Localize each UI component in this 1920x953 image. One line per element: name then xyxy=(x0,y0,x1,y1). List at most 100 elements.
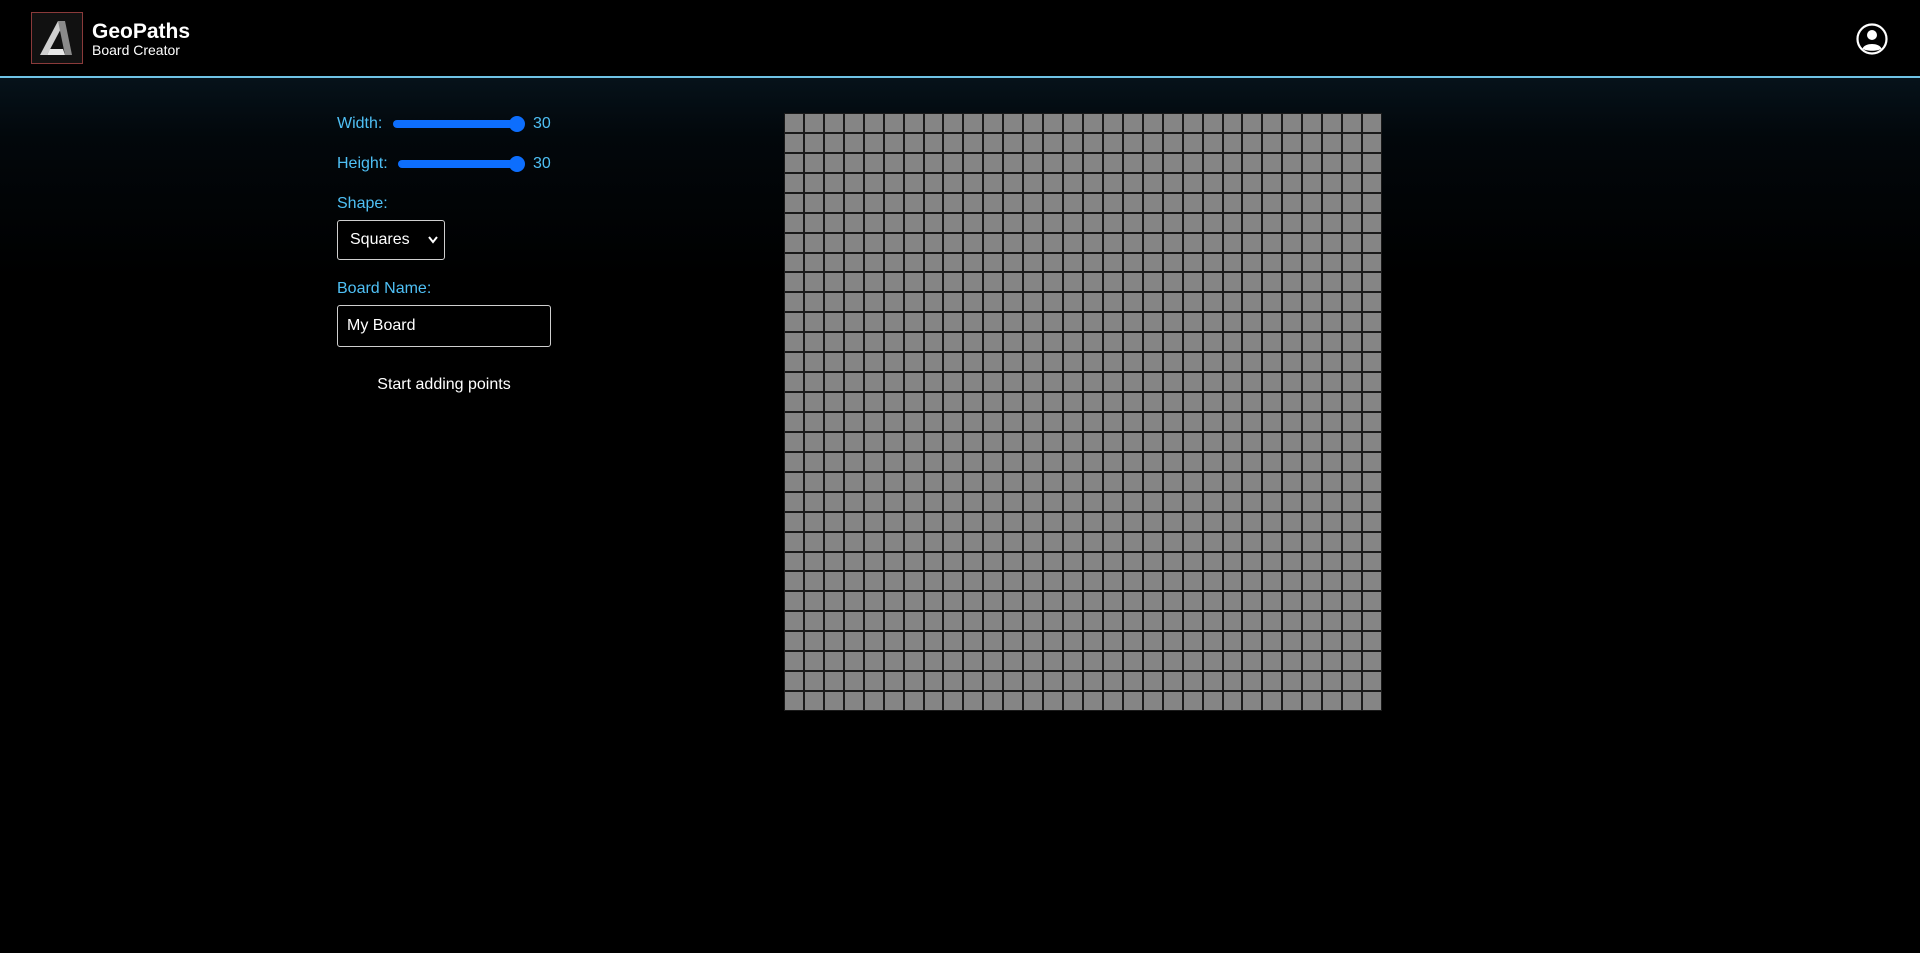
board-cell[interactable] xyxy=(1263,452,1282,471)
board-cell[interactable] xyxy=(1223,672,1242,691)
board-cell[interactable] xyxy=(824,273,843,292)
board-cell[interactable] xyxy=(1084,373,1102,392)
board-cell[interactable] xyxy=(1024,612,1043,631)
board-cell[interactable] xyxy=(1103,632,1122,651)
board-cell[interactable] xyxy=(1303,452,1322,471)
board-cell[interactable] xyxy=(1123,532,1142,551)
board-cell[interactable] xyxy=(1004,592,1023,611)
board-cell[interactable] xyxy=(984,432,1003,451)
board-cell[interactable] xyxy=(1103,652,1122,671)
board-cell[interactable] xyxy=(864,692,883,710)
board-cell[interactable] xyxy=(1223,532,1242,551)
board-cell[interactable] xyxy=(1243,472,1262,491)
board-cell[interactable] xyxy=(1243,612,1262,631)
board-cell[interactable] xyxy=(1004,512,1023,531)
board-cell[interactable] xyxy=(804,472,823,491)
board-cell[interactable] xyxy=(1123,592,1142,611)
board-cell[interactable] xyxy=(804,512,823,531)
board-cell[interactable] xyxy=(1044,672,1063,691)
board-cell[interactable] xyxy=(1343,492,1362,511)
board-cell[interactable] xyxy=(924,632,943,651)
board-cell[interactable] xyxy=(1024,114,1043,132)
board-cell[interactable] xyxy=(1183,133,1202,152)
board-cell[interactable] xyxy=(844,472,863,491)
board-cell[interactable] xyxy=(844,612,863,631)
board-cell[interactable] xyxy=(824,572,843,591)
board-cell[interactable] xyxy=(1084,452,1102,471)
board-cell[interactable] xyxy=(1243,114,1262,132)
board-cell[interactable] xyxy=(1303,213,1322,232)
board-cell[interactable] xyxy=(944,353,963,372)
board-cell[interactable] xyxy=(785,373,803,392)
board-cell[interactable] xyxy=(1103,612,1122,631)
board-cell[interactable] xyxy=(824,393,843,411)
board-cell[interactable] xyxy=(964,193,983,212)
board-cell[interactable] xyxy=(884,193,903,212)
board-cell[interactable] xyxy=(1303,253,1322,272)
board-cell[interactable] xyxy=(884,632,903,651)
board-cell[interactable] xyxy=(785,173,803,192)
board-cell[interactable] xyxy=(1203,153,1222,172)
board-cell[interactable] xyxy=(1323,313,1342,332)
board-cell[interactable] xyxy=(884,512,903,531)
board-cell[interactable] xyxy=(1263,692,1282,710)
board-cell[interactable] xyxy=(1123,313,1142,332)
board-cell[interactable] xyxy=(804,213,823,232)
board-cell[interactable] xyxy=(1004,472,1023,491)
board-cell[interactable] xyxy=(884,313,903,332)
board-cell[interactable] xyxy=(984,452,1003,471)
board-cell[interactable] xyxy=(1303,652,1322,671)
board-cell[interactable] xyxy=(824,193,843,212)
board-cell[interactable] xyxy=(1323,233,1342,252)
board-cell[interactable] xyxy=(984,233,1003,252)
board-cell[interactable] xyxy=(1123,512,1142,531)
board-cell[interactable] xyxy=(1084,313,1102,332)
board-cell[interactable] xyxy=(1323,173,1342,192)
board-cell[interactable] xyxy=(1283,532,1302,551)
board-cell[interactable] xyxy=(1024,333,1043,352)
board-cell[interactable] xyxy=(1084,273,1102,292)
board-cell[interactable] xyxy=(844,253,863,272)
board-cell[interactable] xyxy=(844,432,863,451)
board-cell[interactable] xyxy=(884,492,903,511)
board-cell[interactable] xyxy=(884,273,903,292)
board-cell[interactable] xyxy=(1323,612,1342,631)
board-cell[interactable] xyxy=(1044,413,1063,431)
geopaths-logo-icon[interactable] xyxy=(31,12,83,64)
board-cell[interactable] xyxy=(1243,253,1262,272)
board-cell[interactable] xyxy=(964,333,983,352)
board-cell[interactable] xyxy=(1004,393,1023,411)
board-cell[interactable] xyxy=(1123,413,1142,431)
board-cell[interactable] xyxy=(1243,552,1262,571)
board-cell[interactable] xyxy=(1203,652,1222,671)
board-cell[interactable] xyxy=(1243,333,1262,352)
height-slider-thumb[interactable] xyxy=(509,156,525,172)
board-cell[interactable] xyxy=(984,532,1003,551)
board-cell[interactable] xyxy=(1283,612,1302,631)
board-cell[interactable] xyxy=(1143,273,1162,292)
board-cell[interactable] xyxy=(1323,452,1342,471)
board-cell[interactable] xyxy=(944,233,963,252)
board-cell[interactable] xyxy=(1103,472,1122,491)
board-cell[interactable] xyxy=(1123,492,1142,511)
board-cell[interactable] xyxy=(1143,133,1162,152)
board-cell[interactable] xyxy=(785,193,803,212)
board-cell[interactable] xyxy=(884,373,903,392)
board-cell[interactable] xyxy=(1163,632,1182,651)
board-cell[interactable] xyxy=(904,193,923,212)
board-cell[interactable] xyxy=(824,612,843,631)
board-cell[interactable] xyxy=(944,133,963,152)
board-cell[interactable] xyxy=(1363,233,1381,252)
board-cell[interactable] xyxy=(1044,552,1063,571)
board-cell[interactable] xyxy=(1183,692,1202,710)
board-cell[interactable] xyxy=(844,452,863,471)
board-cell[interactable] xyxy=(964,572,983,591)
board-cell[interactable] xyxy=(844,592,863,611)
board-cell[interactable] xyxy=(964,432,983,451)
board-cell[interactable] xyxy=(864,612,883,631)
board-cell[interactable] xyxy=(1323,193,1342,212)
board-cell[interactable] xyxy=(864,413,883,431)
board-cell[interactable] xyxy=(824,692,843,710)
board-cell[interactable] xyxy=(1163,612,1182,631)
board-cell[interactable] xyxy=(924,432,943,451)
